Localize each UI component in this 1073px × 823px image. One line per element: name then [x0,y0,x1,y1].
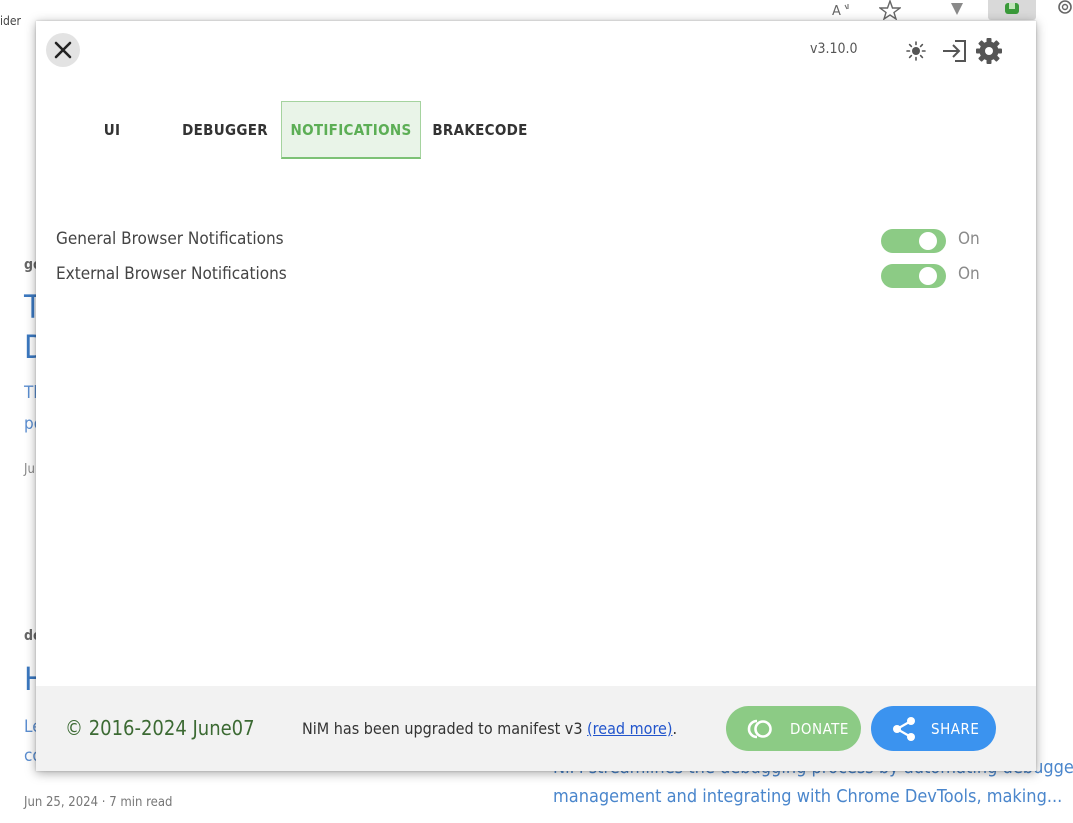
share-icon [891,716,917,742]
toggle-state-label: On [958,229,980,249]
nim-settings-popup: v3.10.0 UI DEBUGGER NOTIFICATIONS BRAKEC… [36,21,1036,771]
toggle-knob [919,232,937,250]
upgrade-notice: NiM has been upgraded to manifest v3 (re… [302,719,677,738]
theme-sun-icon[interactable] [902,37,930,65]
background-date: Ju [24,462,35,477]
general-notifications-toggle[interactable] [881,229,946,253]
article-excerpt-line[interactable]: management and integrating with Chrome D… [553,786,1062,807]
setting-label: General Browser Notifications [56,229,284,249]
svg-text:A: A [832,4,841,17]
tab-notifications[interactable]: NOTIFICATIONS [281,101,421,159]
setting-external-notifications: External Browser Notifications On [56,260,996,290]
tab-brakecode[interactable]: BRAKECODE [432,101,527,159]
sign-in-icon[interactable] [941,37,969,65]
background-text-fragment: ider [0,14,21,28]
extension-icon[interactable] [944,0,970,20]
version-label: v3.10.0 [810,41,858,57]
article-meta: Jun 25, 2024 · 7 min read [24,795,173,810]
toggle-state-label: On [958,264,980,284]
nim-extension-icon[interactable] [988,0,1036,20]
upgrade-notice-suffix: . [672,719,678,738]
upgrade-notice-text: NiM has been upgraded to manifest v3 [302,719,588,738]
close-icon [54,41,72,59]
donate-button[interactable]: DONATE [726,706,861,751]
tab-ui[interactable]: UI [76,101,148,159]
copyright-text: © 2016-2024 June07 [65,716,255,740]
share-button[interactable]: SHARE [871,706,996,751]
settings-icon[interactable] [1052,0,1073,20]
setting-general-notifications: General Browser Notifications On [56,225,996,255]
setting-label: External Browser Notifications [56,264,287,284]
share-label: SHARE [931,719,980,738]
tab-debugger[interactable]: DEBUGGER [176,101,274,159]
donate-label: DONATE [790,719,849,738]
favorite-star-icon[interactable] [877,0,903,20]
popup-footer: © 2016-2024 June07 NiM has been upgraded… [36,686,1036,771]
read-aloud-icon[interactable]: A [829,0,855,20]
browser-toolbar: ider A [0,0,1073,28]
donate-icon [746,718,776,740]
external-notifications-toggle[interactable] [881,264,946,288]
read-more-link[interactable]: (read more) [587,719,672,738]
toggle-knob [919,267,937,285]
gear-icon[interactable] [975,37,1003,65]
close-button[interactable] [46,33,80,67]
